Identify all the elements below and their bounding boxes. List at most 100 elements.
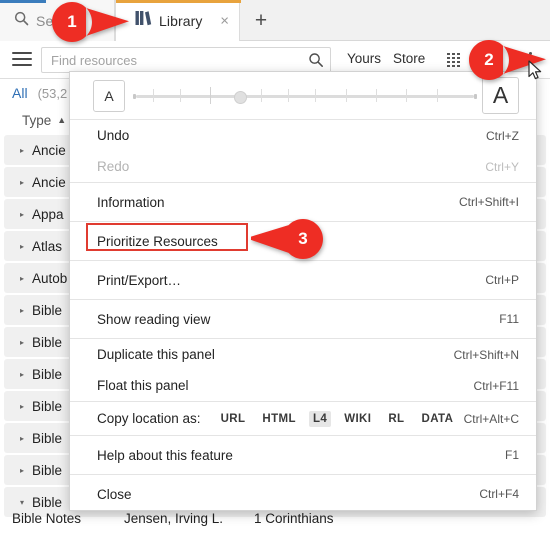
copy-format-wiki[interactable]: WIKI — [340, 411, 375, 427]
slider-cap-right — [474, 94, 477, 99]
menu-group-panel: Duplicate this panel Ctrl+Shift+N Float … — [70, 339, 536, 402]
menu-item-accelerator: Ctrl+F4 — [479, 487, 519, 501]
magnifier-icon[interactable] — [308, 52, 324, 73]
menu-item-redo: Redo Ctrl+Y — [70, 151, 536, 182]
menu-item-label: Undo — [97, 128, 130, 143]
slider-tick — [210, 87, 212, 104]
expand-collapse-icon[interactable]: ▸ — [20, 210, 30, 219]
expand-collapse-icon[interactable]: ▸ — [20, 274, 30, 283]
increase-text-size-button[interactable]: A — [482, 77, 519, 114]
callout-number: 1 — [67, 12, 77, 31]
copy-format-url[interactable]: URL — [217, 411, 250, 427]
slider-tick — [179, 89, 181, 102]
slider-thumb[interactable] — [234, 91, 248, 104]
menu-item-print-export[interactable]: Print/Export… Ctrl+P — [70, 261, 536, 299]
expand-collapse-icon[interactable]: ▸ — [20, 402, 30, 411]
slider-tick — [345, 89, 347, 102]
slider-tick — [375, 89, 377, 102]
grid-view-icon[interactable] — [447, 53, 462, 67]
expand-collapse-icon[interactable]: ▸ — [20, 370, 30, 379]
menu-item-close[interactable]: Close Ctrl+F4 — [70, 475, 536, 513]
list-item-label: Bible — [32, 430, 63, 446]
new-tab-button[interactable]: + — [243, 0, 279, 41]
slider-track — [136, 95, 474, 98]
menu-group-close: Close Ctrl+F4 — [70, 475, 536, 513]
yours-button[interactable]: Yours — [347, 51, 381, 66]
menu-item-label: Redo — [97, 159, 130, 174]
callout-marker-1: 1 — [52, 2, 130, 42]
menu-group-copy-location: Copy location as: URL HTML L4 WIKI RL DA… — [70, 402, 536, 436]
expand-collapse-icon[interactable]: ▸ — [20, 146, 30, 155]
callout-marker-3: 3 — [251, 219, 323, 259]
app-window: Search Library × + Find resources — [0, 0, 550, 537]
text-size-slider[interactable] — [133, 87, 477, 104]
expand-collapse-icon[interactable]: ▸ — [20, 434, 30, 443]
menu-item-label: Information — [97, 194, 165, 210]
menu-item-copy-location-as[interactable]: Copy location as: URL HTML L4 WIKI RL DA… — [70, 402, 536, 435]
menu-item-accelerator: Ctrl+Z — [486, 128, 519, 143]
sort-ascending-icon: ▲ — [57, 115, 67, 125]
expand-collapse-icon[interactable]: ▸ — [20, 242, 30, 251]
menu-item-label: Float this panel — [97, 378, 189, 393]
menu-item-accelerator: F1 — [504, 448, 519, 462]
menu-group-information: Information Ctrl+Shift+I — [70, 183, 536, 222]
copy-format-data[interactable]: DATA — [417, 411, 457, 427]
all-filter-label: All — [12, 85, 28, 101]
decrease-text-size-button[interactable]: A — [93, 80, 125, 112]
list-item-label: Bible — [32, 302, 63, 318]
menu-item-help[interactable]: Help about this feature F1 — [70, 436, 536, 474]
store-button[interactable]: Store — [393, 51, 425, 66]
expand-collapse-icon[interactable]: ▸ — [20, 338, 30, 347]
menu-item-label: Print/Export… — [97, 272, 182, 288]
list-item-label: Ancie — [32, 174, 66, 190]
text-size-control-row: A A — [70, 72, 536, 120]
mouse-cursor — [528, 60, 544, 87]
slider-cap-left — [133, 94, 136, 99]
copy-format-l4[interactable]: L4 — [308, 410, 332, 427]
list-item-label: Appa — [32, 206, 64, 222]
slider-tick — [406, 89, 408, 102]
menu-item-accelerator: Ctrl+P — [485, 273, 519, 287]
copy-format-options: URL HTML L4 WIKI RL DATA — [208, 410, 458, 427]
slider-tick — [288, 89, 290, 102]
menu-item-float-panel[interactable]: Float this panel Ctrl+F11 — [70, 370, 536, 401]
menu-item-label: Help about this feature — [97, 447, 233, 463]
menu-item-duplicate-panel[interactable]: Duplicate this panel Ctrl+Shift+N — [70, 339, 536, 370]
menu-item-label: Close — [97, 486, 132, 502]
menu-item-show-reading-view[interactable]: Show reading view F11 — [70, 300, 536, 338]
list-item-label: Bible — [32, 462, 63, 478]
menu-group-reading-view: Show reading view F11 — [70, 300, 536, 339]
panel-context-menu: A A Undo Ctrl+Z Redo Ctrl+Y Information … — [69, 71, 537, 511]
tab-library-label: Library — [159, 12, 203, 29]
callout-number: 3 — [298, 229, 308, 248]
search-input[interactable]: Find resources — [41, 47, 331, 73]
slider-tick — [261, 89, 263, 102]
close-icon[interactable]: × — [220, 13, 229, 28]
books-icon — [135, 10, 152, 31]
list-item-label: Bible — [32, 366, 63, 382]
slider-tick — [315, 89, 317, 102]
menu-item-label: Show reading view — [97, 311, 211, 327]
menu-item-information[interactable]: Information Ctrl+Shift+I — [70, 183, 536, 221]
menu-item-label: Copy location as: — [97, 411, 201, 426]
type-column-label: Type — [22, 112, 52, 128]
list-item-label: Autob — [32, 270, 68, 286]
copy-format-html[interactable]: HTML — [258, 411, 300, 427]
expand-collapse-icon[interactable]: ▸ — [20, 178, 30, 187]
menu-item-undo[interactable]: Undo Ctrl+Z — [70, 120, 536, 151]
tab-library-accent — [116, 0, 241, 3]
menu-group-print: Print/Export… Ctrl+P — [70, 261, 536, 300]
menu-item-accelerator: Ctrl+Shift+N — [453, 347, 519, 362]
menu-item-accelerator: Ctrl+Y — [485, 159, 519, 174]
list-item-label: Bible — [32, 398, 63, 414]
all-filter-count: (53,2 — [37, 85, 68, 101]
expand-collapse-icon[interactable]: ▸ — [20, 306, 30, 315]
list-item-label: Ancie — [32, 142, 66, 158]
copy-format-rl[interactable]: RL — [384, 411, 408, 427]
menu-group-history: Undo Ctrl+Z Redo Ctrl+Y — [70, 120, 536, 183]
hamburger-icon[interactable] — [12, 52, 32, 68]
expand-collapse-icon[interactable]: ▸ — [20, 466, 30, 475]
menu-item-label: Prioritize Resources — [97, 233, 218, 249]
tab-library[interactable]: Library × — [115, 0, 241, 41]
menu-item-accelerator: Ctrl+Shift+I — [458, 195, 519, 209]
